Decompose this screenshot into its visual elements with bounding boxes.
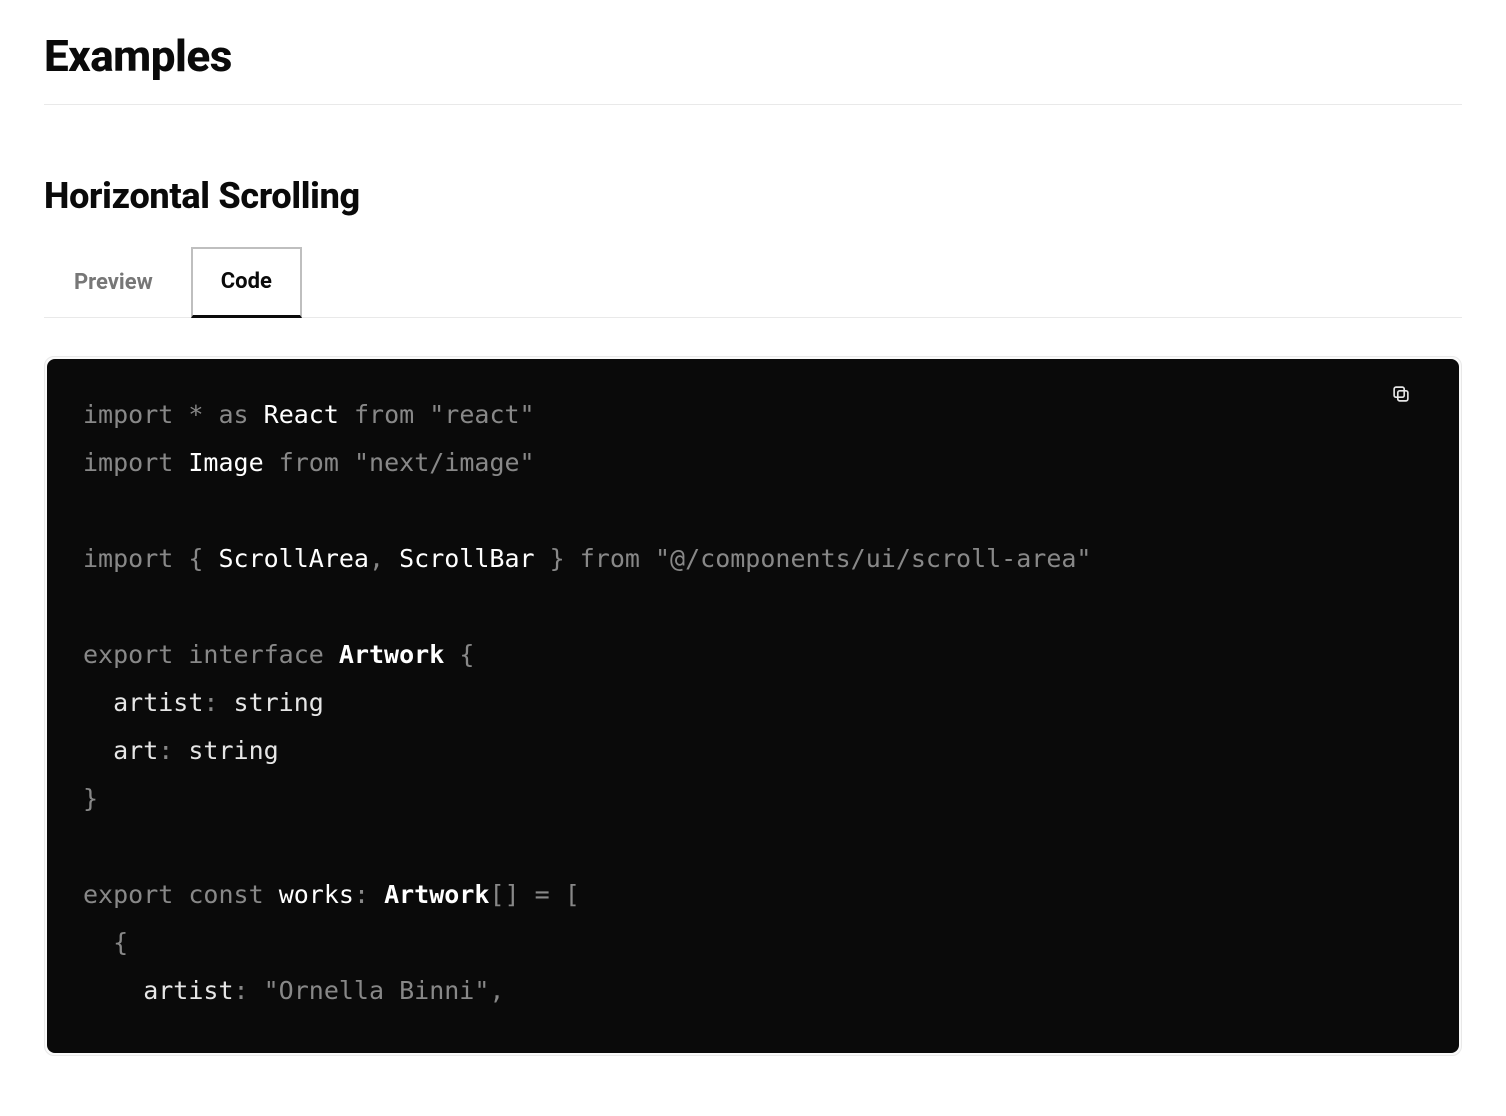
code-token: } [535, 544, 580, 573]
code-token [249, 400, 264, 429]
code-token: : [158, 736, 188, 765]
code-token: [] = [ [489, 880, 579, 909]
code-token: "react" [429, 400, 534, 429]
code-token: string [188, 736, 278, 765]
code-token: art [83, 736, 158, 765]
example-heading-horizontal-scrolling: Horizontal Scrolling [44, 175, 1462, 217]
code-token: from [354, 400, 414, 429]
code-token [339, 448, 354, 477]
code-token: } [83, 784, 98, 813]
code-token: , [369, 544, 399, 573]
code-scroll-area[interactable]: import * as React from "react" import Im… [47, 359, 1459, 1053]
code-token: ScrollArea [218, 544, 369, 573]
code-token: , [489, 976, 504, 1005]
code-token: import [83, 400, 173, 429]
code-token: artist [83, 976, 234, 1005]
code-token: React [264, 400, 339, 429]
code-block: import * as React from "react" import Im… [44, 356, 1462, 1056]
code-token [324, 640, 339, 669]
code-inner: import * as React from "react" import Im… [47, 359, 1459, 1053]
tab-preview[interactable]: Preview [44, 247, 183, 317]
code-token: artist [83, 688, 203, 717]
code-token: : [203, 688, 233, 717]
copy-icon [1390, 393, 1412, 408]
code-token: export [83, 640, 173, 669]
code-token: works [279, 880, 354, 909]
code-token [339, 400, 354, 429]
code-token: from [279, 448, 339, 477]
code-token: { [173, 544, 218, 573]
code-token: * [173, 400, 218, 429]
code-token: from [580, 544, 640, 573]
code-token: "@/components/ui/scroll-area" [655, 544, 1092, 573]
code-token [640, 544, 655, 573]
tabs: Preview Code [44, 247, 1462, 318]
code-token: { [83, 928, 128, 957]
code-token: interface [188, 640, 323, 669]
code-token: { [444, 640, 474, 669]
separator [44, 104, 1462, 105]
code-token: import [83, 544, 173, 573]
tab-code[interactable]: Code [191, 247, 302, 318]
code-token: as [218, 400, 248, 429]
code-token [264, 880, 279, 909]
section-heading-examples: Examples [44, 30, 1462, 82]
code-token: ScrollBar [399, 544, 534, 573]
code-token: export [83, 880, 173, 909]
code-token: : [354, 880, 384, 909]
page: Examples Horizontal Scrolling Preview Co… [0, 0, 1506, 1056]
code-token [173, 640, 188, 669]
copy-button[interactable] [1387, 381, 1415, 409]
code-token: Artwork [384, 880, 489, 909]
code-content: import * as React from "react" import Im… [47, 359, 1459, 1053]
code-token: Image [188, 448, 263, 477]
code-token: Artwork [339, 640, 444, 669]
code-token: import [83, 448, 173, 477]
code-token [264, 448, 279, 477]
code-token [173, 448, 188, 477]
code-token: const [188, 880, 263, 909]
code-token: string [234, 688, 324, 717]
code-token: "Ornella Binni" [264, 976, 490, 1005]
code-token: : [234, 976, 264, 1005]
code-token: "next/image" [354, 448, 535, 477]
code-token [173, 880, 188, 909]
code-token [414, 400, 429, 429]
